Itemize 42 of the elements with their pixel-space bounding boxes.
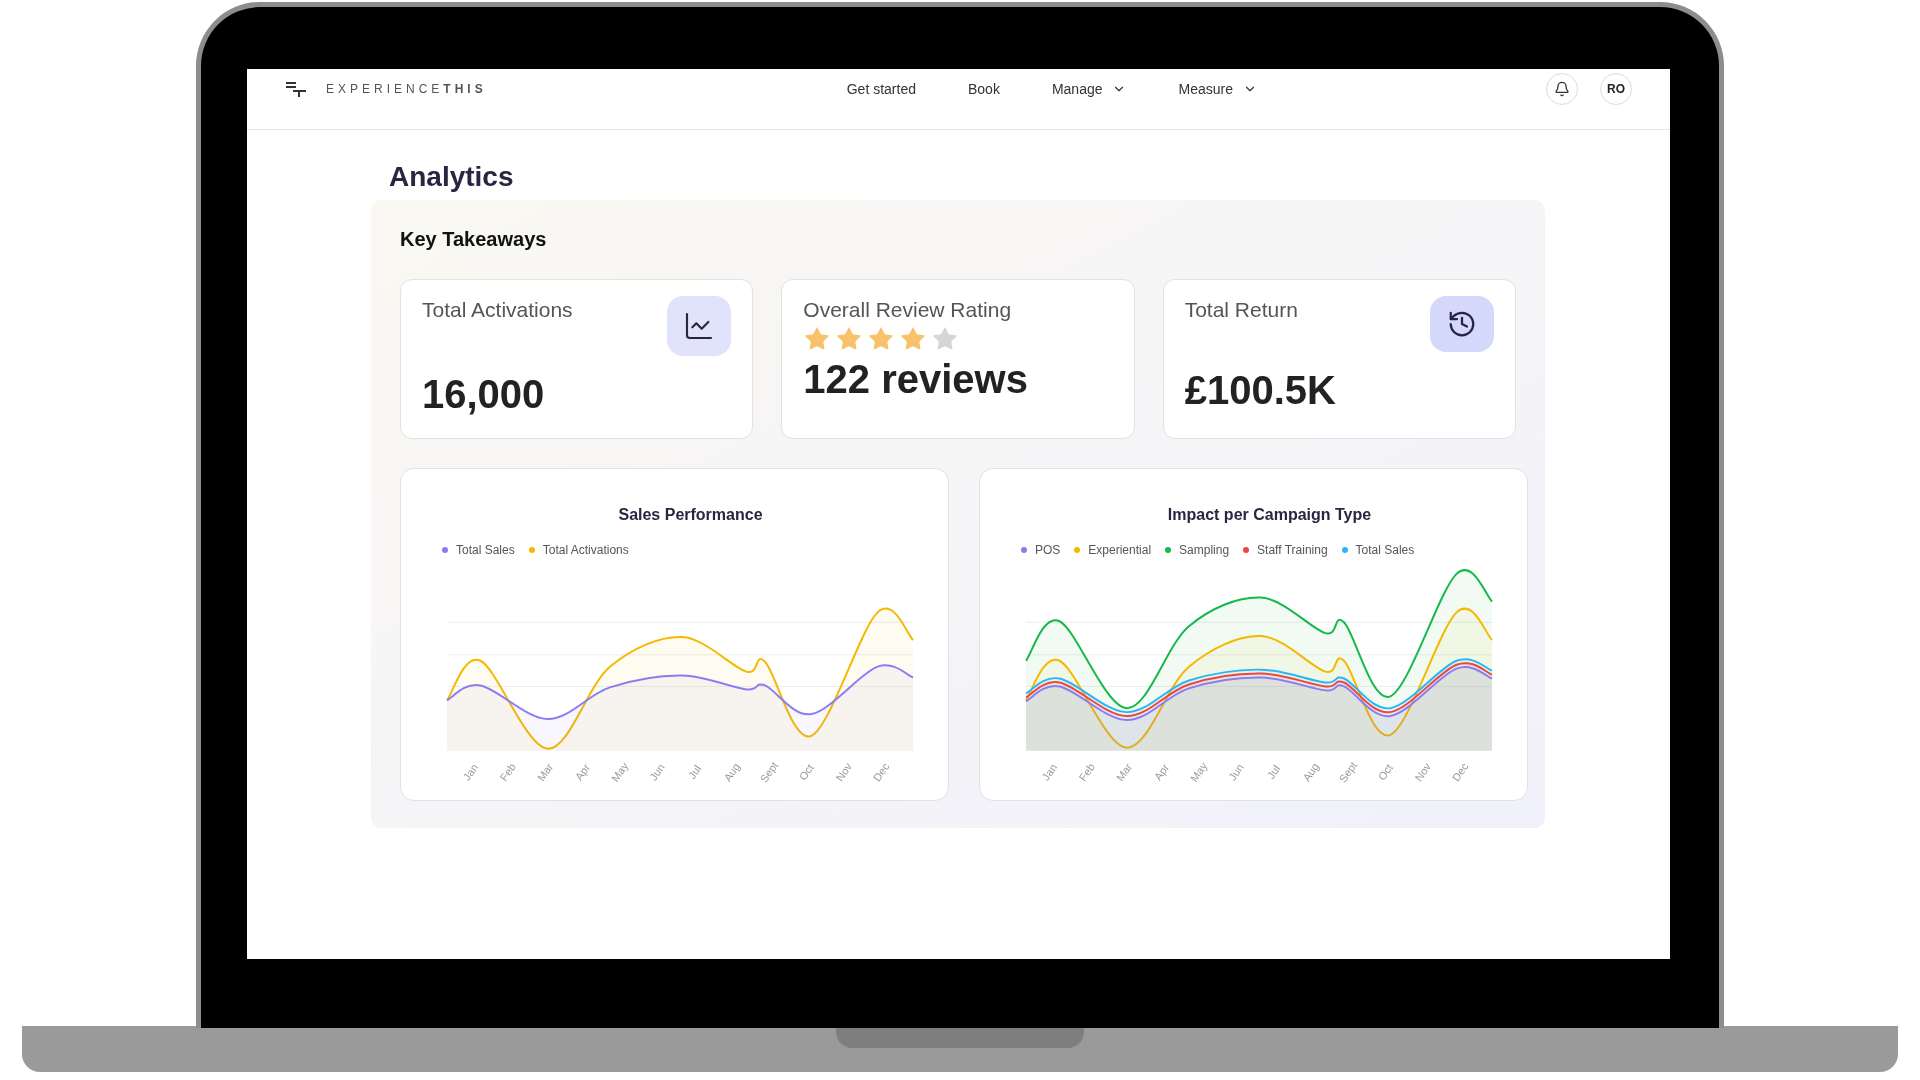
month-label: Jan bbox=[1039, 761, 1060, 783]
month-label: Jul bbox=[685, 762, 704, 782]
section-title: Key Takeaways bbox=[400, 227, 548, 252]
stat-label: Total Return bbox=[1184, 297, 1298, 323]
month-label: Mar bbox=[1113, 760, 1135, 784]
chart-title: Impact per Campaign Type bbox=[1167, 505, 1372, 525]
month-label: Oct bbox=[796, 761, 817, 783]
nav-link[interactable]: Get started bbox=[846, 78, 916, 100]
legend-label: POS bbox=[1035, 542, 1061, 559]
month-label: Dec bbox=[1449, 760, 1471, 784]
legend-label: Staff Training bbox=[1257, 542, 1328, 559]
stat-label: Overall Review Rating bbox=[803, 297, 1012, 323]
stat-value: £100.5K bbox=[1184, 367, 1337, 414]
legend-label: Experiential bbox=[1088, 542, 1152, 559]
month-label: Jul bbox=[1264, 762, 1283, 782]
nav-link[interactable]: Book bbox=[967, 78, 1000, 100]
month-label: Feb bbox=[497, 760, 518, 784]
legend-label: Sampling bbox=[1179, 542, 1230, 559]
month-label: Jun bbox=[1226, 761, 1246, 783]
stat-value: 122 reviews bbox=[803, 356, 1029, 403]
history-clock-icon bbox=[1430, 296, 1494, 352]
legend-label: Total Activations bbox=[542, 542, 629, 559]
legend-label: Total Sales bbox=[1355, 542, 1415, 559]
month-label: Oct bbox=[1375, 761, 1396, 783]
month-label: Jun bbox=[647, 761, 667, 783]
month-label: Apr bbox=[1151, 761, 1172, 783]
bell-icon bbox=[1554, 81, 1570, 97]
month-label: Mar bbox=[534, 760, 556, 784]
nav-link[interactable]: Manage bbox=[1051, 78, 1127, 100]
logo-icon bbox=[285, 81, 307, 97]
stat-value: 16,000 bbox=[422, 371, 546, 418]
month-label: Jan bbox=[460, 761, 481, 783]
legend-label: Total Sales bbox=[456, 542, 515, 559]
month-label: Apr bbox=[572, 761, 593, 783]
stat-label: Total Activations bbox=[422, 297, 573, 323]
line-chart-icon bbox=[667, 296, 732, 356]
month-label: Feb bbox=[1076, 760, 1097, 784]
brand-logo: EXPERIENCETHIS bbox=[326, 81, 487, 98]
month-label: Dec bbox=[870, 760, 892, 784]
chart-title: Sales Performance bbox=[618, 505, 763, 525]
nav-link[interactable]: Measure bbox=[1178, 78, 1257, 100]
page-title: Analytics bbox=[389, 160, 515, 194]
